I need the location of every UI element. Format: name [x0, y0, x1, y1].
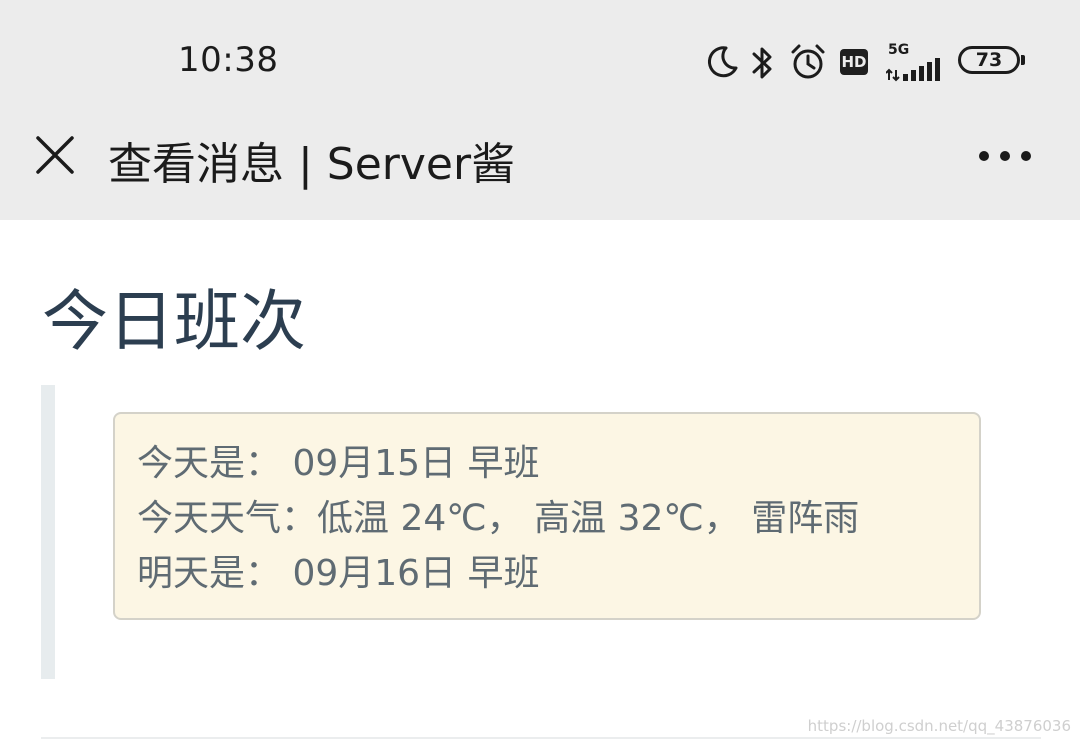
alarm-icon	[791, 44, 825, 79]
more-button[interactable]	[970, 134, 1040, 178]
hd-icon: HD	[840, 49, 868, 75]
info-line-weather: 今天天气：低温 24℃， 高温 32℃， 雷阵雨	[137, 498, 860, 539]
blockquote-bar	[41, 385, 55, 679]
nav-title: 查看消息 | Server酱	[108, 139, 516, 190]
close-icon	[36, 136, 74, 174]
top-area: 10:38 HD 5G 73 查看消息 | Server酱	[0, 0, 1080, 220]
divider	[41, 737, 1041, 739]
watermark: https://blog.csdn.net/qq_43876036	[807, 717, 1071, 735]
more-icon	[979, 151, 1031, 161]
info-box: 今天是： 09月15日 早班 今天天气：低温 24℃， 高温 32℃， 雷阵雨 …	[113, 412, 981, 620]
battery-icon: 73	[958, 46, 1025, 74]
bluetooth-icon	[752, 47, 772, 79]
info-line-tomorrow: 明天是： 09月16日 早班	[137, 553, 540, 594]
page-title: 今日班次	[42, 283, 306, 360]
status-time: 10:38	[178, 40, 279, 80]
close-button[interactable]	[30, 130, 80, 180]
moon-icon	[707, 46, 738, 78]
info-line-today: 今天是： 09月15日 早班	[137, 443, 540, 484]
network-label: 5G	[888, 42, 910, 58]
signal-icon: 5G	[886, 42, 946, 82]
